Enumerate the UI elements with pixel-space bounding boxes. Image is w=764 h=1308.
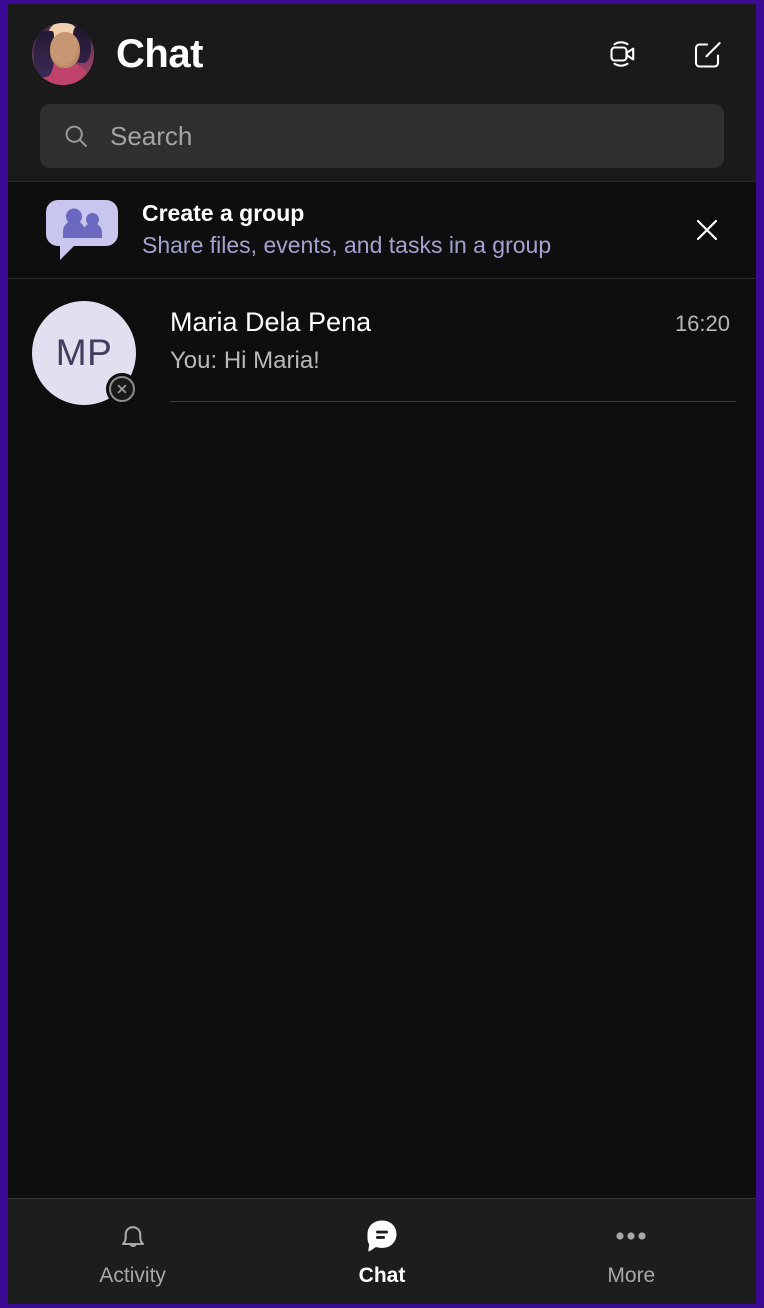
banner-subtitle: Share files, events, and tasks in a grou…: [142, 231, 552, 258]
nav-tab-more[interactable]: More: [507, 1216, 756, 1288]
chat-bubble-filled-icon: [361, 1216, 403, 1256]
offline-x-icon: [109, 376, 135, 402]
chat-timestamp: 16:20: [674, 311, 730, 336]
app-header: Chat: [8, 4, 756, 181]
chat-item-body: Maria Dela Pena 16:20 You: Hi Maria!: [170, 301, 736, 402]
header-top-row: Chat: [8, 4, 756, 104]
group-people-bubble-icon: [44, 194, 120, 266]
meet-now-button[interactable]: [602, 34, 642, 74]
header-actions: [602, 34, 728, 74]
search-bar[interactable]: [40, 104, 724, 168]
compose-icon: [694, 42, 721, 68]
nav-tab-chat-label: Chat: [358, 1263, 406, 1287]
bell-icon: [114, 1216, 152, 1256]
page-title: Chat: [116, 32, 203, 76]
nav-tab-more-label: More: [607, 1263, 656, 1287]
avatar-initials: MP: [55, 332, 113, 373]
nav-tab-chat[interactable]: Chat: [257, 1216, 506, 1288]
ellipsis-icon: [611, 1216, 651, 1256]
create-group-banner[interactable]: Create a group Share files, events, and …: [8, 181, 756, 279]
chat-message-preview: You: Hi Maria!: [170, 347, 320, 374]
presence-badge-offline: [106, 373, 138, 405]
banner-title: Create a group: [142, 200, 305, 227]
banner-close-button[interactable]: [684, 207, 730, 253]
list-divider: [170, 401, 736, 402]
nav-tab-activity[interactable]: Activity: [8, 1216, 257, 1288]
chat-item-top-line: Maria Dela Pena 16:20: [170, 307, 736, 338]
chat-list: MP Maria Dela Pena 16:20 You: Hi Maria!: [8, 279, 756, 1198]
chat-contact-name: Maria Dela Pena: [170, 307, 372, 337]
avatar[interactable]: MP: [32, 301, 138, 405]
banner-text-block: Create a group Share files, events, and …: [142, 199, 684, 261]
new-chat-button[interactable]: [688, 34, 728, 74]
search-icon: [62, 122, 90, 150]
search-container: [8, 104, 756, 168]
video-camera-icon: [610, 41, 635, 67]
bottom-navigation-bar: Activity Chat More: [8, 1198, 756, 1304]
close-icon: [696, 219, 718, 241]
profile-photo[interactable]: [32, 23, 94, 85]
profile-photo-face: [50, 32, 80, 68]
chat-list-item[interactable]: MP Maria Dela Pena 16:20 You: Hi Maria!: [8, 279, 756, 405]
search-input[interactable]: [110, 120, 702, 152]
app-window: Chat Search Create a group Share files, …: [8, 4, 756, 1304]
nav-tab-activity-label: Activity: [99, 1263, 166, 1287]
